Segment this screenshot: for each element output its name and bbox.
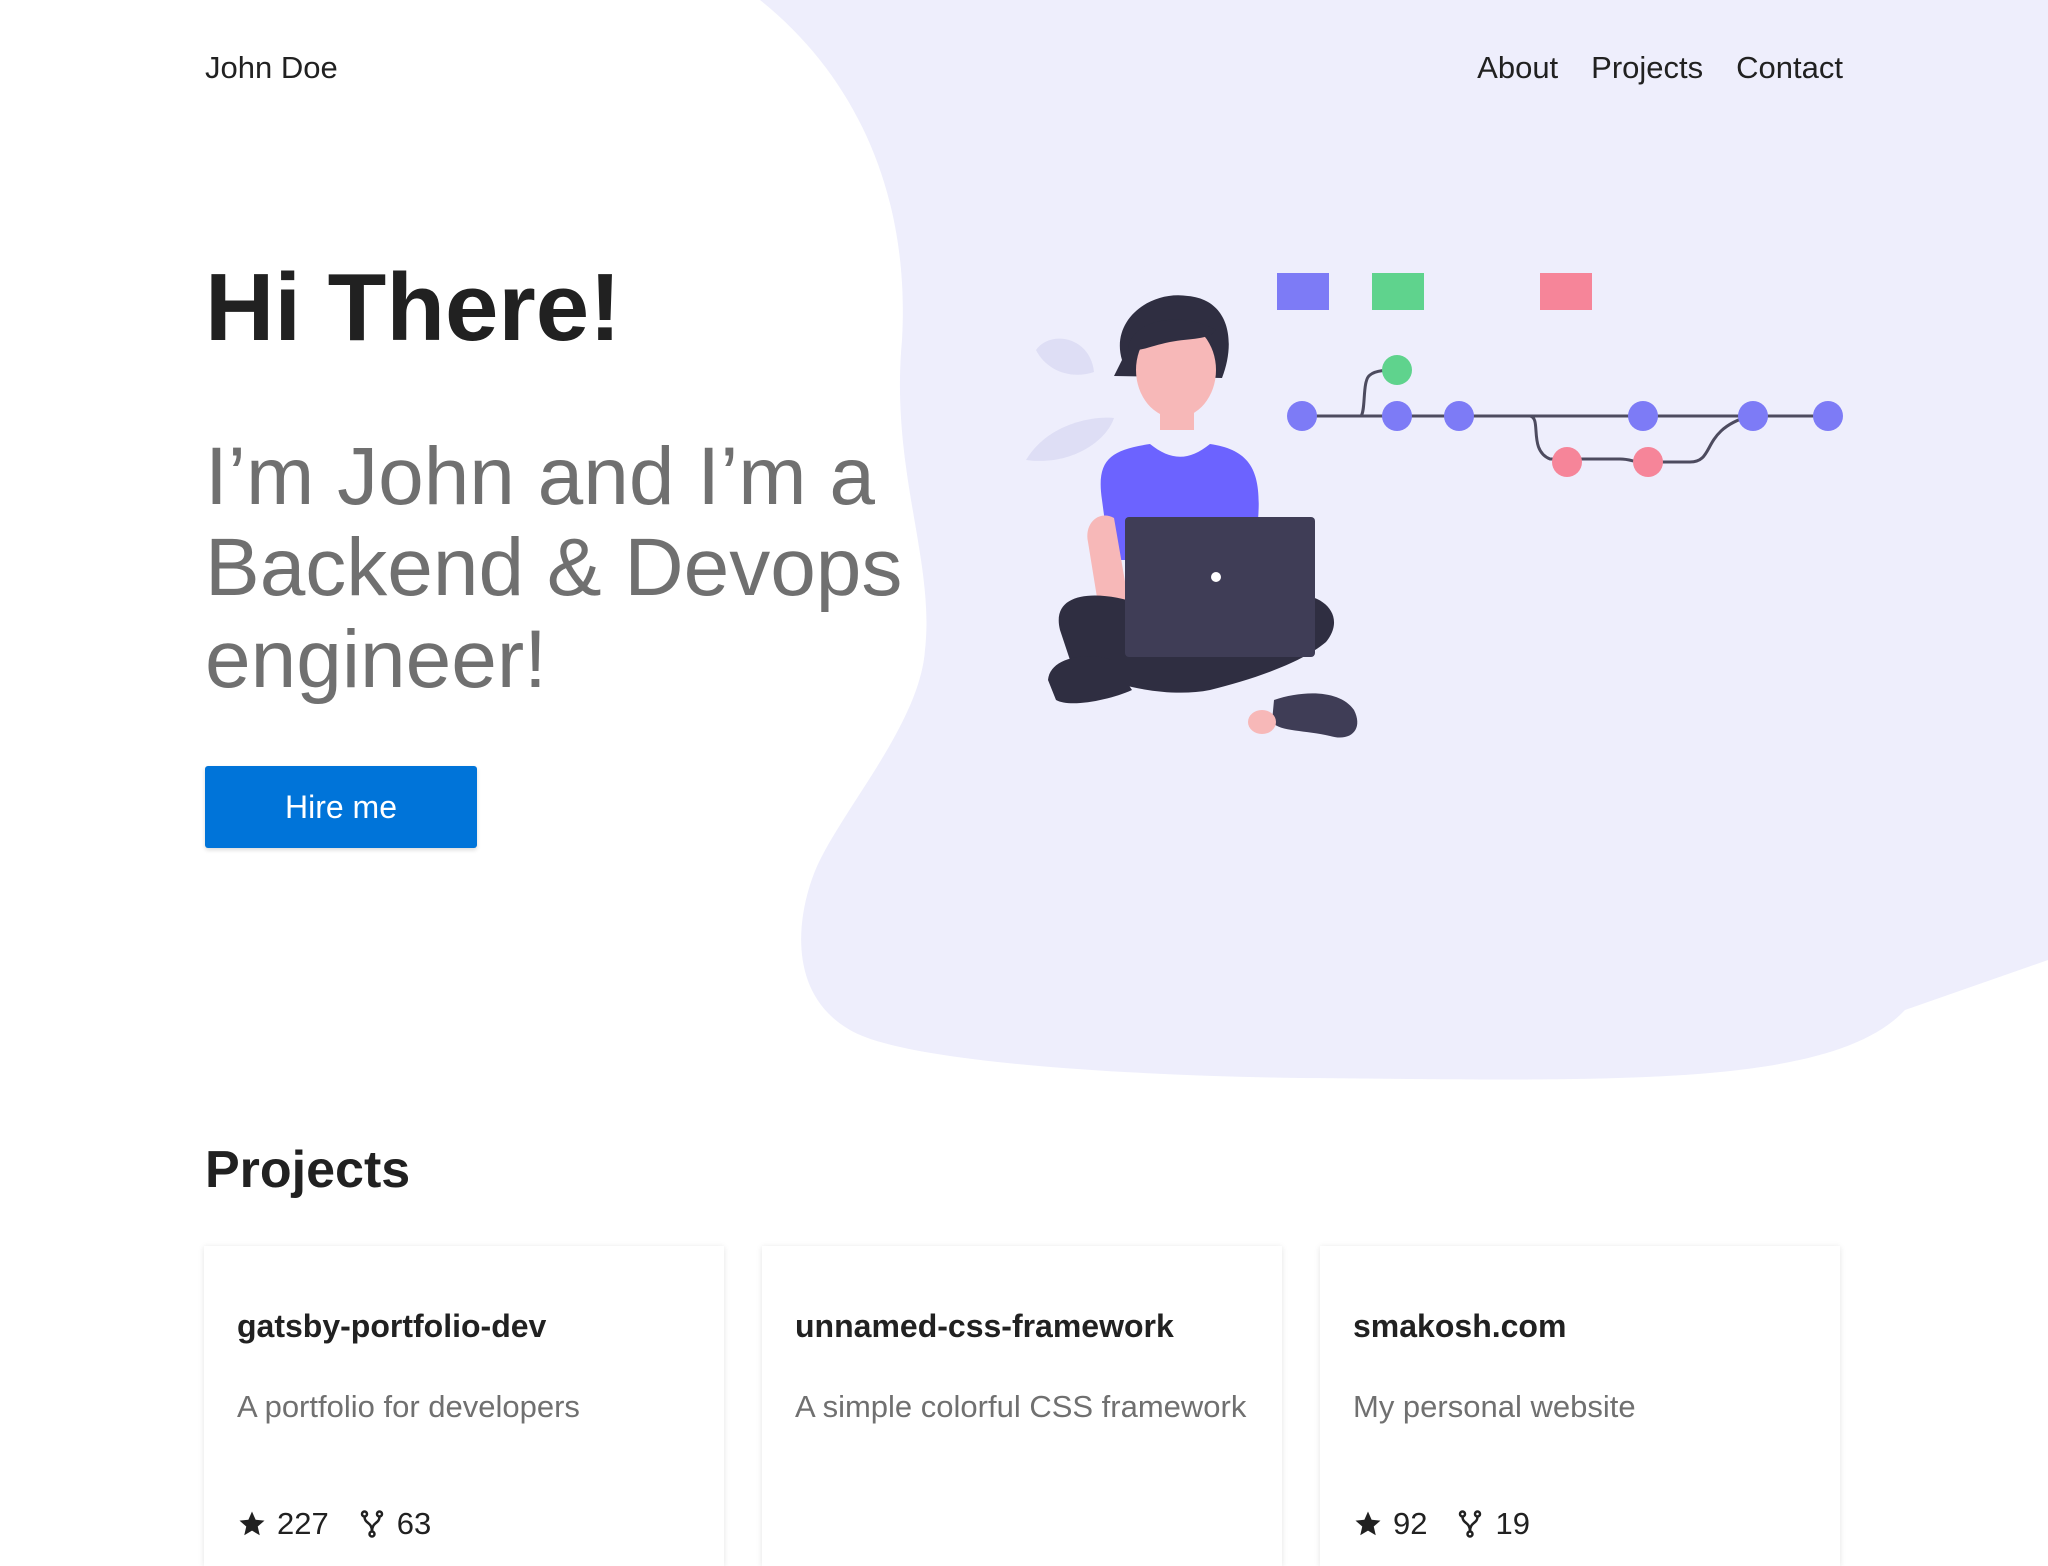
commit-dot — [1382, 355, 1412, 385]
green-flag — [1372, 273, 1424, 310]
projects-grid: gatsby-portfolio-dev A portfolio for dev… — [204, 1246, 1844, 1566]
project-description: A simple colorful CSS framework — [795, 1389, 1247, 1424]
hero-subtitle: I’m John and I’m a Backend & Devops engi… — [205, 430, 903, 706]
commit-dot — [1552, 447, 1582, 477]
developer-illustration — [1026, 273, 1843, 738]
commit-dot — [1633, 447, 1663, 477]
hire-me-button[interactable]: Hire me — [205, 766, 477, 849]
forks-count: 19 — [1495, 1506, 1530, 1541]
star-icon — [237, 1509, 267, 1539]
commit-dot — [1628, 401, 1658, 431]
pink-flag — [1540, 273, 1592, 310]
stars-count: 92 — [1393, 1506, 1428, 1541]
project-stats: 227 63 — [237, 1506, 431, 1542]
commit-dot — [1444, 401, 1474, 431]
commit-dot — [1382, 401, 1412, 431]
project-title: unnamed-css-framework — [795, 1308, 1174, 1344]
project-card[interactable]: smakosh.com My personal website 92 19 — [1320, 1246, 1840, 1566]
nav-link-projects[interactable]: Projects — [1591, 50, 1703, 86]
purple-flag — [1277, 273, 1329, 310]
project-title: smakosh.com — [1353, 1308, 1567, 1344]
fork-icon — [1455, 1509, 1485, 1539]
main-nav: About Projects Contact — [1477, 50, 1843, 86]
forks-count: 63 — [396, 1506, 432, 1541]
hero-section: Hi There! I’m John and I’m a Backend & D… — [205, 254, 945, 849]
person-figure — [1048, 295, 1358, 738]
brand-link[interactable]: John Doe — [205, 50, 338, 86]
nav-link-about[interactable]: About — [1477, 50, 1558, 86]
project-card[interactable]: unnamed-css-framework A simple colorful … — [762, 1246, 1282, 1566]
commit-dot — [1813, 401, 1843, 431]
nav-link-contact[interactable]: Contact — [1736, 50, 1843, 86]
fork-icon — [357, 1509, 387, 1539]
commit-dot — [1287, 401, 1317, 431]
project-stats: 92 19 — [1353, 1506, 1530, 1542]
project-description: A portfolio for developers — [237, 1389, 580, 1424]
project-card[interactable]: gatsby-portfolio-dev A portfolio for dev… — [204, 1246, 724, 1566]
stars-count: 227 — [277, 1506, 329, 1541]
leaf-icon — [1026, 338, 1114, 461]
project-description: My personal website — [1353, 1389, 1636, 1424]
star-icon — [1353, 1509, 1383, 1539]
commit-dot — [1738, 401, 1768, 431]
site-header: John Doe About Projects Contact — [205, 0, 1843, 135]
hero-title: Hi There! — [205, 254, 622, 361]
projects-heading: Projects — [205, 1141, 411, 1199]
project-title: gatsby-portfolio-dev — [237, 1308, 547, 1344]
